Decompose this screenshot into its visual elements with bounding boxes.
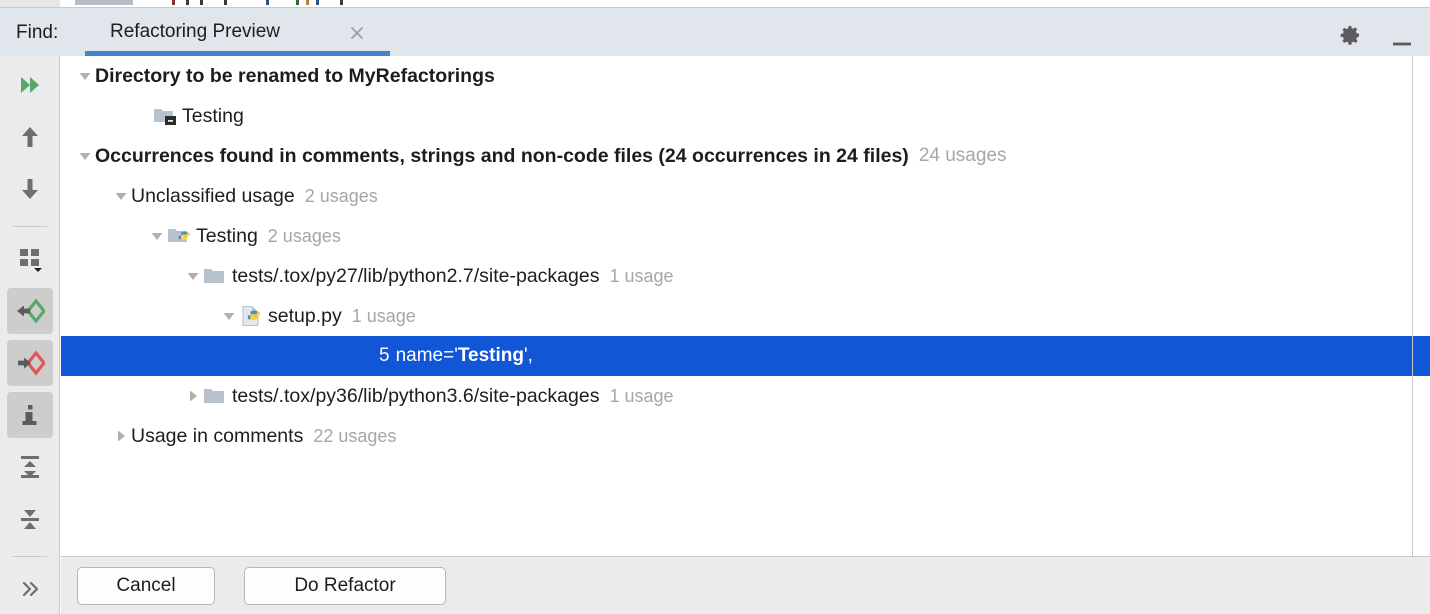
toolbar-divider [13, 556, 47, 557]
tree-row-label: tests/.tox/py36/lib/python3.6/site-packa… [232, 384, 600, 407]
tab-label: Refactoring Preview [110, 21, 281, 42]
gear-icon[interactable] [1338, 23, 1362, 47]
code-token-sliver [172, 0, 175, 5]
code-token-sliver [200, 0, 203, 5]
chevron-down-icon[interactable] [75, 136, 95, 176]
editor-code-sliver [133, 0, 1430, 5]
folder-python-icon [167, 225, 193, 247]
chevron-down-icon[interactable] [111, 176, 131, 216]
tree-row-label: setup.py [268, 304, 342, 327]
code-token-sliver [340, 0, 343, 5]
editor-selection-sliver [75, 0, 133, 5]
folder-module-icon [153, 105, 179, 127]
find-label: Find: [16, 22, 59, 43]
tree-row-label: Directory to be renamed to MyRefactoring… [95, 64, 495, 87]
next-occurrence-icon[interactable] [7, 166, 53, 212]
close-icon[interactable] [349, 25, 365, 41]
code-occurrence-text: name='Testing', [395, 345, 533, 366]
chevron-down-icon[interactable] [147, 216, 167, 256]
editor-sliver [0, 0, 1430, 7]
code-token-sliver [296, 0, 299, 5]
tree-row-label: Occurrences found in comments, strings a… [95, 144, 909, 167]
cancel-button[interactable]: Cancel [77, 567, 215, 605]
tree-row-usage-count: 1 usage [351, 305, 416, 326]
code-match-highlight: Testing [457, 345, 524, 366]
code-line-number: 5 [379, 345, 390, 366]
tree-row-usage-count: 24 usages [918, 145, 1007, 166]
chevron-down-icon[interactable] [183, 256, 203, 296]
collapse-all-icon[interactable] [7, 496, 53, 542]
tree-row[interactable]: Unclassified usage 2 usages [61, 176, 1430, 216]
code-token-sliver [186, 0, 189, 5]
tree-row-label: Testing [196, 224, 258, 247]
tree-row-label: Usage in comments [131, 424, 304, 447]
dialog-button-bar: Cancel Do Refactor [61, 556, 1430, 614]
tree-row[interactable]: Usage in comments 22 usages [61, 416, 1430, 456]
tree-row[interactable]: Occurrences found in comments, strings a… [61, 136, 1430, 176]
code-token-sliver [316, 0, 319, 5]
tree-row[interactable]: Testing 2 usages [61, 216, 1430, 256]
python-file-icon [239, 305, 265, 327]
info-icon[interactable] [7, 392, 53, 438]
code-token-sliver [224, 0, 227, 5]
refactoring-preview-tree[interactable]: Directory to be renamed to MyRefactoring… [61, 56, 1430, 556]
code-token-sliver [306, 0, 309, 5]
chevron-right-icon[interactable] [111, 416, 131, 456]
editor-gutter-sliver [0, 0, 60, 7]
tree-row[interactable]: tests/.tox/py27/lib/python2.7/site-packa… [61, 256, 1430, 296]
tree-row-label: Unclassified usage [131, 184, 295, 207]
chevron-down-icon[interactable] [219, 296, 239, 336]
expand-all-icon[interactable] [7, 444, 53, 490]
do-refactor-button[interactable]: Do Refactor [244, 567, 446, 605]
panel-right-edge [1412, 56, 1413, 556]
tree-row-usage-count: 2 usages [304, 185, 378, 206]
tree-row[interactable]: Directory to be renamed to MyRefactoring… [61, 56, 1430, 96]
chevron-down-icon[interactable] [75, 56, 95, 96]
tree-row-label: Testing [182, 104, 244, 127]
preview-next-icon[interactable] [7, 340, 53, 386]
group-by-icon[interactable] [7, 236, 53, 282]
folder-icon [203, 265, 229, 287]
find-tool-window-header: Find: Refactoring Preview [0, 7, 1430, 56]
previous-occurrence-icon[interactable] [7, 114, 53, 160]
code-token-sliver [266, 0, 269, 5]
tree-row-usage-count: 1 usage [609, 265, 674, 286]
rerun-icon[interactable] [7, 62, 53, 108]
tree-row-usage-count: 1 usage [609, 385, 674, 406]
folder-icon [203, 385, 229, 407]
minimize-icon[interactable] [1390, 32, 1414, 56]
tree-row-usage-count: 22 usages [313, 425, 397, 446]
find-toolbar [0, 56, 60, 614]
tree-row-selected[interactable]: 5 name='Testing', [61, 336, 1430, 376]
preview-previous-icon[interactable] [7, 288, 53, 334]
toolbar-divider [13, 226, 47, 227]
tree-row[interactable]: tests/.tox/py36/lib/python3.6/site-packa… [61, 376, 1430, 416]
more-icon[interactable] [7, 566, 53, 612]
tree-row-label: tests/.tox/py27/lib/python2.7/site-packa… [232, 264, 600, 287]
tab-refactoring-preview[interactable]: Refactoring Preview [85, 8, 390, 56]
tree-row[interactable]: Testing [61, 96, 1430, 136]
chevron-right-icon[interactable] [183, 376, 203, 416]
tree-row[interactable]: setup.py 1 usage [61, 296, 1430, 336]
tree-row-usage-count: 2 usages [267, 225, 341, 246]
